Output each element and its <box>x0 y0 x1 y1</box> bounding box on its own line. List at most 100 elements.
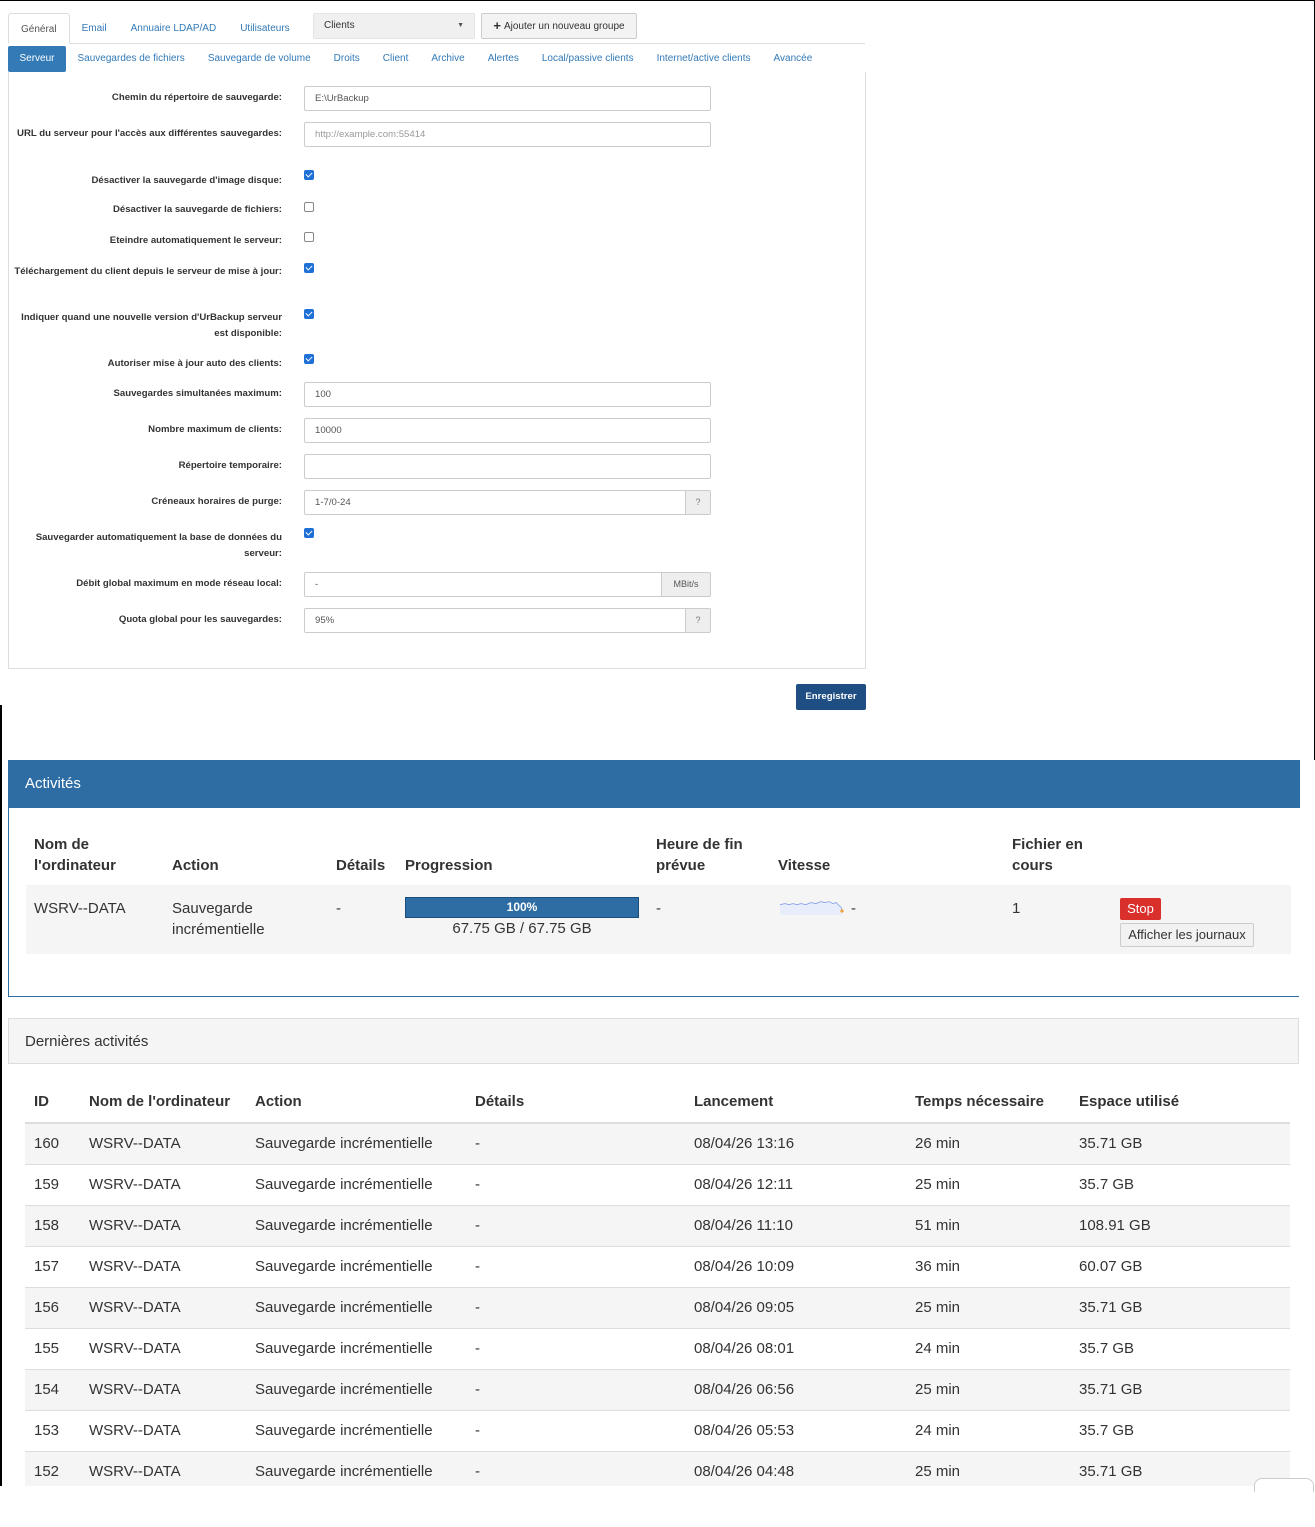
auto-backup-db-checkbox[interactable] <box>304 528 314 538</box>
tab-general[interactable]: Général <box>8 13 70 44</box>
subtab-internet-clients[interactable]: Internet/active clients <box>645 46 762 72</box>
row-computer: WSRV--DATA <box>80 1204 246 1246</box>
activity-action: Sauvegarde incrémentielle <box>172 898 265 940</box>
field-label-disable-image-backup: Désactiver la sauvegarde d'image disque: <box>91 175 282 186</box>
sub-tabs: Serveur Sauvegardes de fichiers Sauvegar… <box>8 46 824 72</box>
auto-update-clients-checkbox[interactable] <box>304 354 314 364</box>
row-space-used: 35.71 GB <box>1070 1122 1290 1164</box>
activity-action-line2: incrémentielle <box>172 921 265 938</box>
row-id: 156 <box>25 1286 80 1328</box>
header-details: Détails <box>336 857 386 874</box>
row-duration: 25 min <box>906 1368 1070 1410</box>
header-current-file-line1: Fichier en <box>1012 836 1083 853</box>
field-label-max-clients: Nombre maximum de clients: <box>148 424 282 435</box>
row-action: Sauvegarde incrémentielle <box>246 1409 466 1451</box>
row-id: 153 <box>25 1409 80 1451</box>
purge-window-input[interactable]: 1-7/0-24 ? <box>304 490 711 515</box>
row-space-used: 35.7 GB <box>1070 1409 1290 1451</box>
row-id: 157 <box>25 1245 80 1287</box>
new-version-notify-checkbox[interactable] <box>304 309 314 319</box>
col-computer: Nom de l'ordinateur <box>80 1081 246 1124</box>
row-id: 160 <box>25 1122 80 1164</box>
client-download-checkbox[interactable] <box>304 263 314 273</box>
max-clients-input[interactable]: 10000 <box>304 418 711 443</box>
row-details: - <box>466 1122 685 1164</box>
row-details: - <box>466 1204 685 1246</box>
tab-email[interactable]: Email <box>70 13 119 44</box>
max-bandwidth-value: - <box>315 579 319 590</box>
col-start: Lancement <box>685 1081 906 1124</box>
table-row: 159 WSRV--DATA Sauvegarde incrémentielle -0… <box>25 1163 1290 1205</box>
speed-sparkline-icon <box>779 901 844 915</box>
row-computer: WSRV--DATA <box>80 1409 246 1451</box>
row-start: 08/04/26 11:10 <box>685 1204 906 1246</box>
auto-shutdown-checkbox[interactable] <box>304 232 314 242</box>
tab-users[interactable]: Utilisateurs <box>228 13 301 44</box>
max-simultaneous-input[interactable]: 100 <box>304 382 711 407</box>
field-label-auto-update-clients: Autoriser mise à jour auto des clients: <box>107 358 282 369</box>
row-details: - <box>466 1245 685 1287</box>
add-group-button[interactable]: + Ajouter un nouveau groupe <box>481 13 637 39</box>
scroll-widget[interactable] <box>1254 1478 1314 1492</box>
purge-window-value: 1-7/0-24 <box>315 497 351 508</box>
row-start: 08/04/26 10:09 <box>685 1245 906 1287</box>
header-speed: Vitesse <box>778 857 831 874</box>
tab-ldap[interactable]: Annuaire LDAP/AD <box>119 13 229 44</box>
progress-bar: 100% <box>405 897 639 918</box>
activities-title: Activités <box>9 760 1300 808</box>
row-duration: 25 min <box>906 1163 1070 1205</box>
row-start: 08/04/26 09:05 <box>685 1286 906 1328</box>
header-computer-line1: Nom de <box>34 836 90 853</box>
row-action: Sauvegarde incrémentielle <box>246 1163 466 1205</box>
frame-border-left <box>0 705 2 1527</box>
row-id: 155 <box>25 1327 80 1369</box>
row-action: Sauvegarde incrémentielle <box>246 1122 466 1164</box>
save-button[interactable]: Enregistrer <box>796 684 866 710</box>
show-logs-button[interactable]: Afficher les journaux <box>1120 923 1254 947</box>
stop-button[interactable]: Stop <box>1120 898 1161 920</box>
page-bottom <box>0 1486 1315 1527</box>
group-select[interactable]: Clients ▼ <box>313 13 475 39</box>
row-computer: WSRV--DATA <box>80 1368 246 1410</box>
row-space-used: 35.7 GB <box>1070 1327 1290 1369</box>
subtab-alerts[interactable]: Alertes <box>476 46 530 72</box>
row-action: Sauvegarde incrémentielle <box>246 1368 466 1410</box>
table-row: 158 WSRV--DATA Sauvegarde incrémentielle -0… <box>25 1204 1290 1246</box>
disable-image-backup-checkbox[interactable] <box>304 170 314 180</box>
field-label-purge-window: Créneaux horaires de purge: <box>151 496 282 507</box>
temp-dir-input[interactable] <box>304 454 711 479</box>
global-quota-input[interactable]: 95% ? <box>304 608 711 633</box>
global-quota-help-icon[interactable]: ? <box>685 609 710 632</box>
subtab-permissions[interactable]: Droits <box>322 46 371 72</box>
server-url-input[interactable]: http://example.com:55414 <box>304 122 711 147</box>
purge-window-help-icon[interactable]: ? <box>685 491 710 514</box>
subtab-archive[interactable]: Archive <box>420 46 476 72</box>
subtab-local-clients[interactable]: Local/passive clients <box>530 46 645 72</box>
backup-path-input[interactable]: E:\UrBackup <box>304 86 711 111</box>
activities-panel: Activités Nom de l'ordinateur Action Dét… <box>8 760 1300 997</box>
subtab-advanced[interactable]: Avancée <box>762 46 824 72</box>
col-space-used: Espace utilisé <box>1070 1081 1290 1124</box>
row-id: 158 <box>25 1204 80 1246</box>
subtab-server[interactable]: Serveur <box>8 46 67 72</box>
subtab-image-backups[interactable]: Sauvegarde de volume <box>196 46 322 72</box>
row-space-used: 60.07 GB <box>1070 1245 1290 1287</box>
row-duration: 26 min <box>906 1122 1070 1164</box>
row-details: - <box>466 1409 685 1451</box>
plus-icon: + <box>493 18 501 33</box>
header-action: Action <box>172 857 219 874</box>
max-bandwidth-input[interactable]: - MBit/s <box>304 572 711 597</box>
table-header-row: ID Nom de l'ordinateur Action Détails La… <box>25 1081 1290 1124</box>
row-action: Sauvegarde incrémentielle <box>246 1327 466 1369</box>
row-computer: WSRV--DATA <box>80 1286 246 1328</box>
subtab-file-backups[interactable]: Sauvegardes de fichiers <box>66 46 196 72</box>
row-action: Sauvegarde incrémentielle <box>246 1286 466 1328</box>
row-duration: 36 min <box>906 1245 1070 1287</box>
caret-down-icon: ▼ <box>457 22 464 29</box>
table-row: 155 WSRV--DATA Sauvegarde incrémentielle -0… <box>25 1327 1290 1369</box>
disable-file-backup-checkbox[interactable] <box>304 202 314 212</box>
activity-current-file: 1 <box>1012 900 1021 917</box>
header-current-file-line2: cours <box>1012 857 1053 874</box>
subtab-client[interactable]: Client <box>371 46 420 72</box>
row-computer: WSRV--DATA <box>80 1245 246 1287</box>
